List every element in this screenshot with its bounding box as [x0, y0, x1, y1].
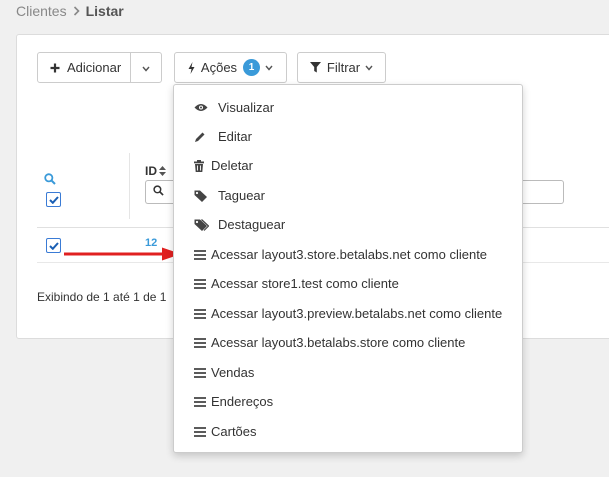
menu-item-acessar-layout3-preview[interactable]: Acessar layout3.preview.betalabs.net com… [174, 299, 522, 328]
menu-item-label: Editar [218, 129, 252, 144]
menu-item-enderecos[interactable]: Endereços [174, 387, 522, 416]
menu-item-label: Vendas [211, 365, 255, 380]
pagination-summary: Exibindo de 1 até 1 de 1 [37, 290, 167, 304]
chevron-down-icon [265, 65, 273, 71]
chevron-down-icon [365, 65, 373, 71]
menu-item-acessar-layout3-store[interactable]: Acessar layout3.store.betalabs.net como … [174, 240, 522, 269]
add-options-button[interactable] [130, 52, 162, 83]
bars-icon [194, 278, 208, 289]
actions-button[interactable]: Ações 1 [174, 52, 287, 83]
menu-item-label: Visualizar [218, 100, 275, 115]
pencil-icon [194, 131, 212, 143]
menu-item-taguear[interactable]: Taguear [174, 181, 522, 210]
menu-item-editar[interactable]: Editar [174, 122, 522, 151]
column-divider [129, 153, 130, 219]
bars-icon [194, 367, 208, 378]
plus-icon [50, 63, 60, 73]
filter-button[interactable]: Filtrar [297, 52, 386, 83]
eye-icon [194, 103, 212, 112]
chevron-down-icon [142, 60, 150, 75]
menu-item-label: Acessar layout3.store.betalabs.net como … [211, 247, 488, 262]
bolt-icon [188, 61, 195, 74]
row-checkbox[interactable] [46, 238, 61, 253]
menu-item-label: Cartões [211, 424, 257, 439]
tag-icon [194, 190, 212, 202]
actions-dropdown-menu: Visualizar Editar Deletar Taguear Destag… [173, 84, 523, 453]
breadcrumb-clientes[interactable]: Clientes [16, 3, 67, 19]
menu-item-label: Endereços [211, 394, 274, 409]
select-all-checkbox[interactable] [46, 192, 61, 207]
id-header-label: ID [145, 164, 157, 178]
menu-item-destaguear[interactable]: Destaguear [174, 210, 522, 239]
menu-item-deletar[interactable]: Deletar [174, 151, 522, 180]
menu-item-acessar-store1[interactable]: Acessar store1.test como cliente [174, 269, 522, 298]
search-icon[interactable] [44, 172, 56, 190]
menu-item-visualizar[interactable]: Visualizar [174, 93, 522, 122]
trash-icon [194, 159, 208, 172]
id-column-header[interactable]: ID [145, 164, 166, 178]
menu-item-label: Acessar store1.test como cliente [211, 276, 399, 291]
filter-input-right-edge[interactable] [517, 180, 564, 204]
add-button-label: Adicionar [67, 60, 122, 75]
menu-item-label: Destaguear [218, 217, 286, 232]
tags-icon [194, 218, 212, 231]
search-icon [153, 183, 164, 201]
bars-icon [194, 396, 208, 407]
menu-item-cartoes[interactable]: Cartões [174, 417, 522, 446]
actions-count-badge: 1 [243, 59, 261, 76]
check-icon [48, 241, 59, 250]
bars-icon [194, 308, 208, 319]
annotation-arrow [64, 246, 182, 267]
menu-item-acessar-layout3-betalabs-store[interactable]: Acessar layout3.betalabs.store como clie… [174, 328, 522, 357]
breadcrumb: Clientes Listar [16, 3, 124, 19]
menu-item-label: Acessar layout3.preview.betalabs.net com… [211, 306, 503, 321]
menu-item-label: Taguear [218, 188, 265, 203]
menu-item-vendas[interactable]: Vendas [174, 358, 522, 387]
bars-icon [194, 249, 208, 260]
funnel-icon [309, 62, 321, 73]
bars-icon [194, 426, 208, 437]
sort-icon [159, 166, 166, 176]
add-button[interactable]: Adicionar [37, 52, 131, 83]
chevron-right-icon [73, 4, 80, 19]
filter-button-label: Filtrar [326, 60, 361, 75]
menu-item-label: Acessar layout3.betalabs.store como clie… [211, 335, 466, 350]
menu-item-label: Deletar [211, 158, 253, 173]
breadcrumb-current: Listar [85, 3, 124, 19]
actions-button-label: Ações [200, 60, 238, 75]
bars-icon [194, 337, 208, 348]
check-icon [48, 195, 59, 204]
